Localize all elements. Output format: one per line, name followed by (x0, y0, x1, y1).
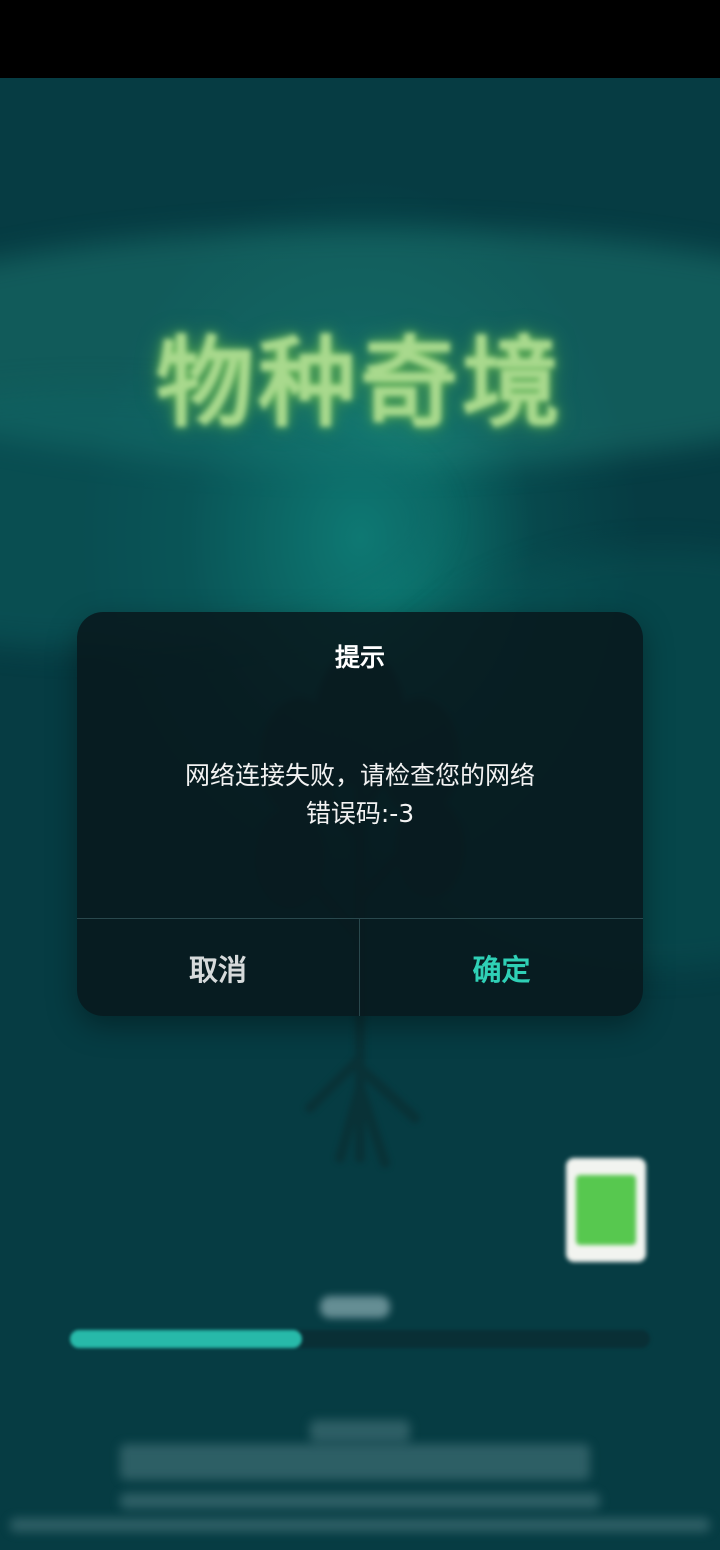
footer-text (120, 1444, 590, 1480)
status-bar (0, 0, 720, 78)
cancel-button[interactable]: 取消 (77, 919, 359, 1016)
network-error-dialog: 提示 网络连接失败，请检查您的网络 错误码:-3 取消 确定 (77, 612, 643, 1016)
progress-fill (70, 1330, 302, 1348)
dialog-message-line: 网络连接失败，请检查您的网络 (184, 761, 535, 790)
loading-label (320, 1296, 390, 1318)
footer-text (10, 1518, 710, 1532)
footer-text (120, 1493, 600, 1509)
health-advisory-badge (566, 1158, 646, 1262)
dialog-message: 网络连接失败，请检查您的网络 错误码:-3 (77, 757, 643, 833)
loading-progress-bar (70, 1330, 650, 1348)
game-logo: 物种奇境 (155, 327, 564, 441)
badge-icon (576, 1175, 636, 1245)
error-code-text: 错误码:-3 (305, 799, 415, 828)
footer-text (310, 1420, 410, 1442)
confirm-button[interactable]: 确定 (360, 919, 643, 1016)
dialog-title: 提示 (334, 643, 385, 672)
